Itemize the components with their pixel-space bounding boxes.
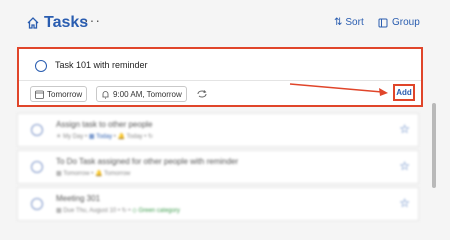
add-button[interactable]: Add <box>393 84 415 101</box>
sort-icon: ⇅ <box>334 17 343 28</box>
task-list: Assign task to other people ☀ My Day • ▦… <box>17 113 423 224</box>
home-icon <box>27 17 39 29</box>
star-icon[interactable]: ☆ <box>399 159 410 173</box>
new-task-panel: Task 101 with reminder Tomorrow 9:00 AM,… <box>17 47 423 107</box>
more-options-button[interactable]: ··· <box>84 12 101 28</box>
complete-circle[interactable] <box>31 124 43 136</box>
task-meta: ▦ Due Thu, August 10 • ↻ • ◇ Green categ… <box>56 208 180 214</box>
complete-circle[interactable] <box>31 161 43 173</box>
task-title: Meeting 301 <box>56 194 101 203</box>
task-title: Assign task to other people <box>56 120 153 129</box>
task-row[interactable]: Assign task to other people ☀ My Day • ▦… <box>17 113 419 147</box>
task-row[interactable]: To Do Task assigned for other people wit… <box>17 150 419 184</box>
bell-icon <box>102 90 109 99</box>
task-row[interactable]: Meeting 301 ▦ Due Thu, August 10 • ↻ • ◇… <box>17 187 419 221</box>
repeat-icon[interactable] <box>196 88 208 100</box>
star-icon[interactable]: ☆ <box>399 122 410 136</box>
complete-circle[interactable] <box>31 198 43 210</box>
due-date-chip[interactable]: Tomorrow <box>30 86 88 102</box>
complete-circle[interactable] <box>35 60 47 72</box>
task-meta: ☀ My Day • ▦ Today • 🔔 Today • ↻ <box>56 134 154 140</box>
sort-button[interactable]: ⇅ Sort <box>334 17 364 28</box>
scrollbar[interactable] <box>432 103 436 188</box>
new-task-input[interactable]: Task 101 with reminder <box>55 60 148 70</box>
divider <box>19 80 421 81</box>
page-title: Tasks <box>44 14 89 31</box>
group-icon <box>378 18 388 27</box>
reminder-chip[interactable]: 9:00 AM, Tomorrow <box>96 86 187 102</box>
group-label: Group <box>392 17 420 28</box>
task-title: To Do Task assigned for other people wit… <box>56 157 239 166</box>
task-meta: ▦ Tomorrow • 🔔 Tomorrow <box>56 171 131 177</box>
star-icon[interactable]: ☆ <box>399 196 410 210</box>
reminder-label: 9:00 AM, Tomorrow <box>113 89 182 99</box>
due-date-label: Tomorrow <box>47 89 83 99</box>
group-button[interactable]: Group <box>378 17 420 28</box>
sort-label: Sort <box>345 17 364 28</box>
calendar-icon <box>35 90 44 99</box>
header: Tasks ··· ⇅ Sort Group <box>0 0 450 46</box>
